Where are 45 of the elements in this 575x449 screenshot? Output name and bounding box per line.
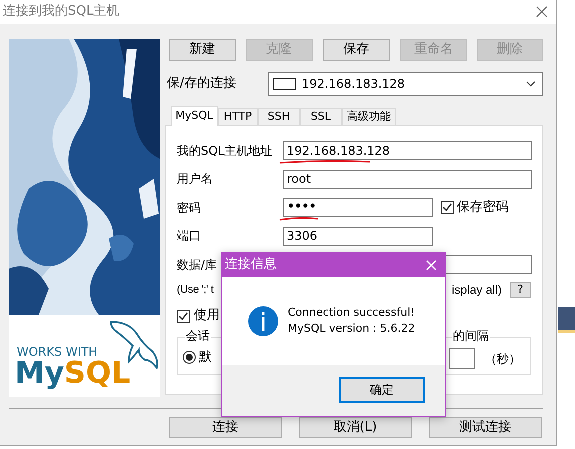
field-label: 用户名 <box>177 171 213 188</box>
field-label: 端口 <box>177 228 201 245</box>
footer-button[interactable]: 测试连接 <box>429 417 542 438</box>
chevron-down-icon <box>526 81 536 87</box>
group-legend: 会话 <box>185 328 211 344</box>
input-field[interactable]: root <box>283 170 532 188</box>
tab[interactable]: SSL <box>300 108 342 125</box>
radio-label: 默 <box>199 348 212 367</box>
close-icon[interactable] <box>536 6 548 18</box>
field-label: 密码 <box>177 200 201 216</box>
ok-button[interactable]: 确定 <box>339 377 425 403</box>
toolbar-button[interactable]: 保存 <box>322 39 390 61</box>
info-icon <box>248 306 279 336</box>
field-label: 数据/库 <box>177 256 218 274</box>
background-bar <box>558 307 575 333</box>
input-field[interactable]: •••• <box>283 198 433 217</box>
hint-text: (Use ';' t <box>177 282 214 298</box>
tab[interactable]: 高级功能 <box>342 108 396 125</box>
group-legend: 的间隔 <box>452 328 490 344</box>
color-swatch <box>273 78 296 90</box>
footer-button[interactable]: 连接 <box>169 417 282 438</box>
field-label: 保/存的连接 <box>166 75 238 94</box>
hint-text: isplay all) <box>452 282 502 299</box>
dialog-title: 连接信息 <box>225 256 277 274</box>
connection-dropdown[interactable]: 192.168.183.128 <box>268 72 543 96</box>
input-field[interactable]: 192.168.183.128 <box>283 141 532 160</box>
tab[interactable]: SSH <box>258 108 300 125</box>
radio-button[interactable] <box>183 351 196 364</box>
input-field[interactable]: 3306 <box>283 226 433 246</box>
message-text: MySQL version : 5.6.22 <box>288 321 416 337</box>
checkbox-label: 使用 <box>194 307 220 326</box>
footer-button[interactable]: 取消(L) <box>299 417 412 438</box>
checkbox[interactable] <box>177 310 190 322</box>
help-button[interactable]: ? <box>510 282 531 298</box>
input-field[interactable] <box>449 348 475 369</box>
checkbox[interactable] <box>441 201 454 214</box>
toolbar-button[interactable]: 新建 <box>169 39 236 61</box>
message-text: Connection successful! <box>288 305 416 321</box>
unit-label: （秒） <box>485 350 521 368</box>
dropdown-value: 192.168.183.128 <box>302 76 406 93</box>
window-title: 连接到我的SQL主机 <box>3 3 120 22</box>
checkbox-label: 保存密码 <box>457 198 509 217</box>
tab[interactable]: HTTP <box>218 108 258 125</box>
tab[interactable]: MySQL <box>171 106 218 126</box>
field-label: 我的SQL主机地址 <box>177 142 273 160</box>
